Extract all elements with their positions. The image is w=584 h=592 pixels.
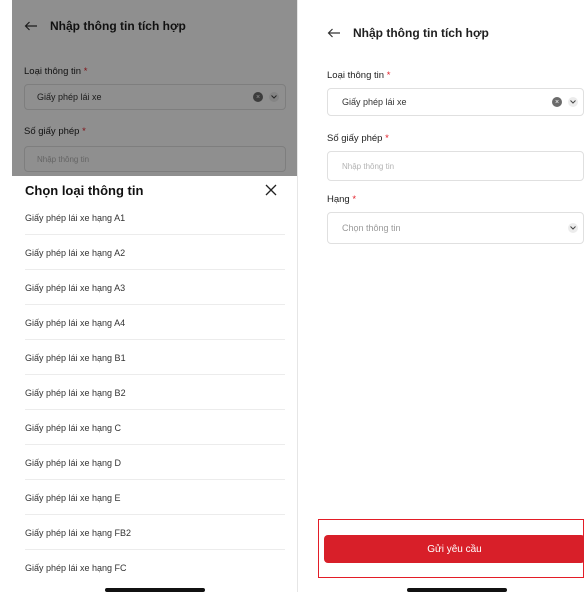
close-icon[interactable] [262, 181, 280, 199]
type-select-value: Giấy phép lái xe [342, 97, 407, 107]
option-a1[interactable]: Giấy phép lái xe hạng A1 [25, 201, 285, 235]
required-mark: * [386, 70, 391, 81]
option-a2[interactable]: Giấy phép lái xe hạng A2 [25, 236, 285, 270]
option-d[interactable]: Giấy phép lái xe hạng D [25, 446, 285, 480]
required-mark: * [352, 194, 357, 205]
option-c[interactable]: Giấy phép lái xe hạng C [25, 411, 285, 445]
home-indicator [407, 588, 507, 592]
submit-button[interactable]: Gửi yêu cầu [324, 535, 584, 563]
back-arrow-icon[interactable] [327, 26, 343, 40]
rank-select[interactable]: Chọn thông tin [327, 212, 584, 244]
option-label: Giấy phép lái xe hạng A4 [25, 317, 126, 328]
type-select[interactable]: Giấy phép lái xe × [327, 88, 584, 116]
sheet-title: Chọn loại thông tin [25, 183, 144, 198]
option-label: Giấy phép lái xe hạng E [25, 492, 121, 503]
required-mark: * [385, 133, 389, 144]
option-label: Giấy phép lái xe hạng FB2 [25, 527, 132, 538]
license-label-text: Số giấy phép [327, 133, 383, 144]
left-screen: Nhập thông tin tích hợp Loại thông tin *… [12, 0, 298, 592]
rank-label-text: Hạng [327, 194, 350, 205]
option-e[interactable]: Giấy phép lái xe hạng E [25, 481, 285, 515]
license-placeholder: Nhập thông tin [342, 161, 395, 171]
app-bar: Nhập thông tin tích hợp [318, 0, 584, 66]
license-label: Số giấy phép * [327, 133, 389, 144]
option-label: Giấy phép lái xe hạng A1 [25, 212, 126, 223]
rank-label: Hạng * [327, 194, 356, 205]
option-label: Giấy phép lái xe hạng A2 [25, 247, 126, 258]
bottom-sheet: Chọn loại thông tin Giấy phép lái xe hạn… [12, 176, 297, 592]
option-label: Giấy phép lái xe hạng A3 [25, 282, 126, 293]
option-fc[interactable]: Giấy phép lái xe hạng FC [25, 551, 285, 585]
submit-area: Gửi yêu cầu [318, 519, 584, 578]
option-b2[interactable]: Giấy phép lái xe hạng B2 [25, 376, 285, 410]
chevron-down-icon[interactable] [568, 97, 578, 107]
clear-icon[interactable]: × [552, 97, 562, 107]
home-indicator [105, 588, 205, 592]
type-label: Loại thông tin * [327, 70, 390, 81]
modal-overlay[interactable] [12, 0, 297, 176]
type-label-text: Loại thông tin [327, 70, 385, 81]
option-b1[interactable]: Giấy phép lái xe hạng B1 [25, 341, 285, 375]
option-label: Giấy phép lái xe hạng B2 [25, 387, 126, 398]
page-title: Nhập thông tin tích hợp [353, 26, 489, 40]
rank-placeholder: Chọn thông tin [342, 223, 401, 233]
option-a3[interactable]: Giấy phép lái xe hạng A3 [25, 271, 285, 305]
right-screen: Nhập thông tin tích hợp Loại thông tin *… [318, 0, 584, 592]
option-label: Giấy phép lái xe hạng FC [25, 563, 127, 573]
option-label: Giấy phép lái xe hạng B1 [25, 352, 126, 363]
option-a4[interactable]: Giấy phép lái xe hạng A4 [25, 306, 285, 340]
chevron-down-icon[interactable] [568, 223, 578, 233]
option-fb2[interactable]: Giấy phép lái xe hạng FB2 [25, 516, 285, 550]
option-label: Giấy phép lái xe hạng C [25, 422, 122, 433]
license-input[interactable]: Nhập thông tin [327, 151, 584, 181]
option-label: Giấy phép lái xe hạng D [25, 457, 122, 468]
